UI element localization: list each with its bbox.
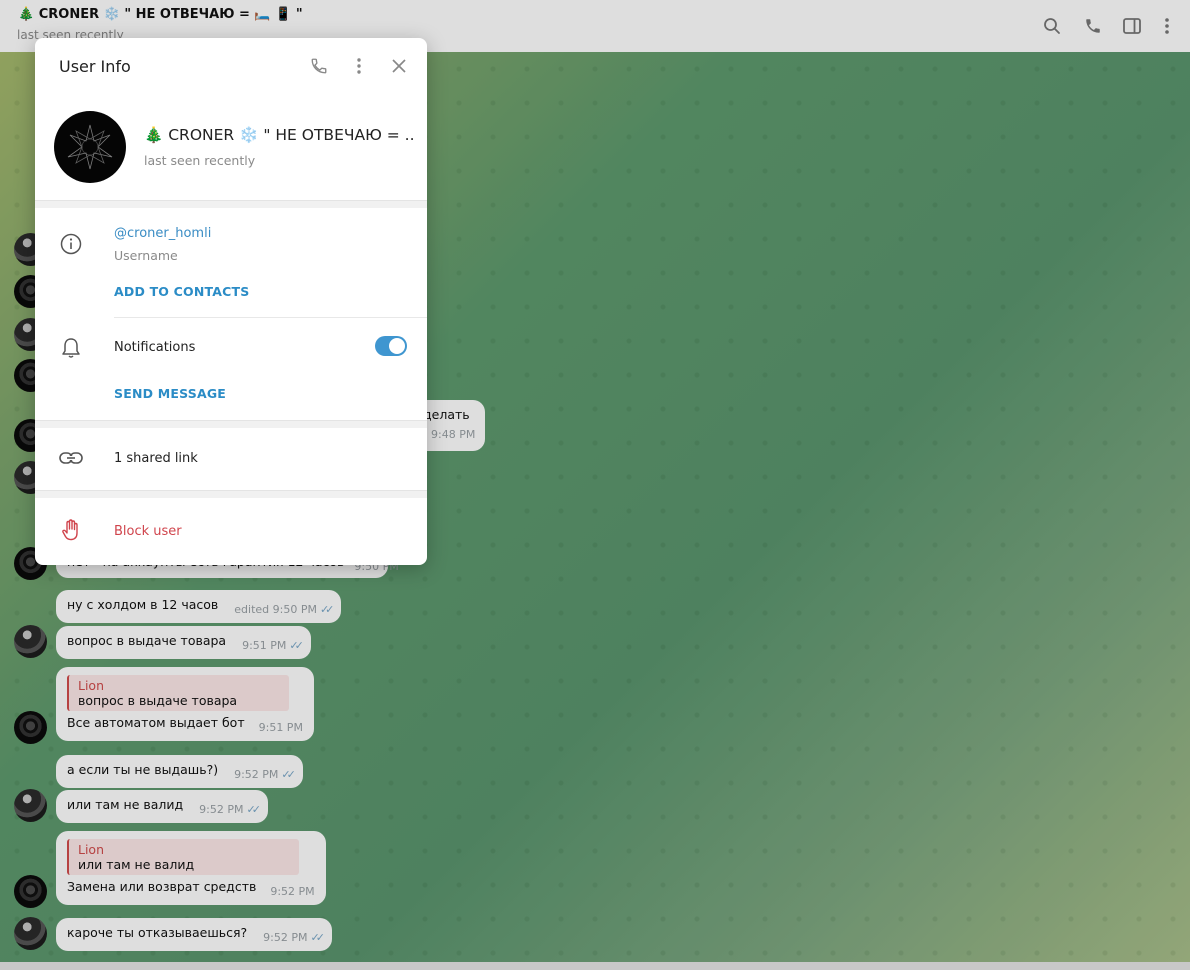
bell-icon <box>59 336 83 360</box>
profile-name: 🎄 CRONER ❄️ " НЕ ОТВЕЧАЮ = ... <box>144 126 414 144</box>
block-user-button[interactable]: Block user <box>114 524 182 539</box>
close-icon[interactable] <box>387 54 411 78</box>
profile-status: last seen recently <box>144 153 256 168</box>
profile-avatar[interactable] <box>54 111 126 183</box>
more-vertical-icon[interactable] <box>347 54 371 78</box>
section-divider <box>35 420 427 428</box>
add-to-contacts-button[interactable]: ADD TO CONTACTS <box>114 284 249 299</box>
section-divider <box>35 490 427 498</box>
phone-icon[interactable] <box>307 54 331 78</box>
shared-links-item[interactable]: 1 shared link <box>114 451 198 466</box>
username-label: Username <box>114 248 178 263</box>
user-info-modal: User Info 🎄 CRONER ❄️ " НЕ ОТВЕЧАЮ = ...… <box>35 38 427 565</box>
info-icon <box>59 232 83 256</box>
notifications-toggle[interactable] <box>375 336 407 356</box>
row-divider <box>114 317 427 318</box>
modal-title: User Info <box>59 57 131 76</box>
link-icon <box>59 446 83 470</box>
notifications-label: Notifications <box>114 340 196 355</box>
section-divider <box>35 200 427 208</box>
send-message-button[interactable]: SEND MESSAGE <box>114 386 226 401</box>
username-value[interactable]: @croner_homli <box>114 226 211 241</box>
hand-block-icon <box>59 518 83 542</box>
